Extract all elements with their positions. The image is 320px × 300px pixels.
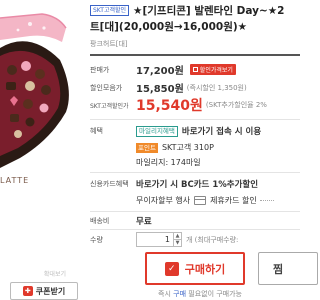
price-divider <box>90 119 300 120</box>
image-brand-text: LATTE <box>0 176 30 185</box>
shipping-value: 무료 <box>136 217 152 227</box>
coupon-button[interactable]: ✚ 쿠폰받기 <box>10 282 78 300</box>
skt-discount-badge: SKT고객할인 <box>90 4 130 16</box>
dotted-separator <box>259 200 274 201</box>
card-row-2: 무이자할부 행사 제휴카드 할인 <box>90 195 300 206</box>
partner-card-text: 제휴카드 할인 <box>210 196 257 205</box>
benefit-row-3: 마일리지: 174마일 <box>90 157 300 168</box>
skt-price-row: SKT고객할인가 15,540원 (SKT추가할인율 2% <box>90 94 300 116</box>
skt-price-detail: (SKT추가할인율 2% <box>205 101 267 109</box>
quantity-stepper[interactable]: ▲ ▼ <box>174 232 182 247</box>
shipping-divider <box>90 229 300 230</box>
discount-price-value: 15,850원 <box>136 84 184 95</box>
quantity-input[interactable]: 1 <box>136 232 174 247</box>
cart-icon: ✓ <box>164 261 179 276</box>
discount-price-row: 할인모음가 15,850원 (즉시할인 1,350원) <box>90 80 300 96</box>
wishlist-button-label: 찜 <box>273 262 284 276</box>
product-title-block: SKT고객할인 ★[기프티콘] 발렌타인 Day~★2 트[대](20,000원… <box>90 2 300 49</box>
product-image[interactable]: LATTE <box>0 0 76 238</box>
seller-name[interactable]: 팡크허트[대] <box>90 39 300 49</box>
coupon-icon: ✚ <box>22 286 33 296</box>
view-discount-button[interactable]: 할인가격보기 <box>189 64 236 75</box>
title-divider <box>90 54 300 56</box>
benefit-row-1: 혜택 마일리지혜택 바로가기 접속 시 이용 <box>90 125 300 137</box>
buy-button-label: 구매하기 <box>184 262 226 276</box>
benefit-label: 혜택 <box>90 127 103 135</box>
bc-card-discount-text: 바로가기 시 BC카드 1%추가할인 <box>136 180 259 190</box>
discount-price-label: 할인모음가 <box>90 83 123 92</box>
mileage-text: 마일리지: 174마일 <box>136 158 201 167</box>
payment-note-highlight: 구매 <box>173 290 187 298</box>
point-tag: 포인트 <box>136 142 158 153</box>
card-divider <box>90 211 300 212</box>
shipping-row: 배송비 무료 <box>90 215 300 227</box>
benefit-row-2: 포인트 SKT고객 310P <box>90 142 300 153</box>
sale-price-row: 판매가 17,200원 할인가격보기 <box>90 62 300 77</box>
quantity-limit-text: 개 (최대구매수량: <box>186 235 239 244</box>
benefit-divider <box>90 172 300 173</box>
payment-note-prefix: 즉시 <box>158 290 171 298</box>
chocolate-box-illustration <box>0 13 69 168</box>
view-discount-label: 할인가격보기 <box>199 67 233 74</box>
card-row-1: 신용카드혜택 바로가기 시 BC카드 1%추가할인 <box>90 178 300 190</box>
mileage-benefit-tag: 마일리지혜택 <box>136 125 178 137</box>
payment-note-suffix: 필요없이 구매가능 <box>188 290 242 298</box>
card-benefit-label: 신용카드혜택 <box>90 180 129 188</box>
quantity-down-icon[interactable]: ▼ <box>174 239 181 246</box>
quantity-label: 수량 <box>90 235 103 244</box>
payment-note: 즉시 구매 필요없이 구매가능 <box>158 289 242 299</box>
shipping-label: 배송비 <box>90 217 110 225</box>
installment-text: 무이자할부 행사 <box>136 196 191 205</box>
discount-table-icon <box>192 67 198 72</box>
wishlist-button[interactable]: 찜 <box>258 252 318 285</box>
benefit-shortcut-text: 바로가기 접속 시 이용 <box>181 127 262 137</box>
sale-price-value: 17,200원 <box>136 66 184 77</box>
credit-card-icon <box>194 196 207 205</box>
skt-price-label: SKT고객할인가 <box>90 102 129 110</box>
sale-price-label: 판매가 <box>90 65 110 74</box>
product-title-line2: 트[대](20,000원→16,000원)★ <box>90 21 248 33</box>
product-title: ★[기프티콘] 발렌타인 Day~★2 <box>133 4 285 17</box>
quantity-row: 수량 1 ▲ ▼ 개 (최대구매수량: <box>90 232 300 247</box>
buy-button[interactable]: ✓ 구매하기 <box>145 252 245 285</box>
skt-point-text: SKT고객 310P <box>161 143 214 152</box>
discount-price-detail: (즉시할인 1,350원) <box>186 83 247 92</box>
coupon-button-label: 쿠폰받기 <box>35 286 66 296</box>
skt-price-value: 15,540원 <box>136 98 203 114</box>
zoom-caption[interactable]: 확대보기 <box>0 269 66 278</box>
